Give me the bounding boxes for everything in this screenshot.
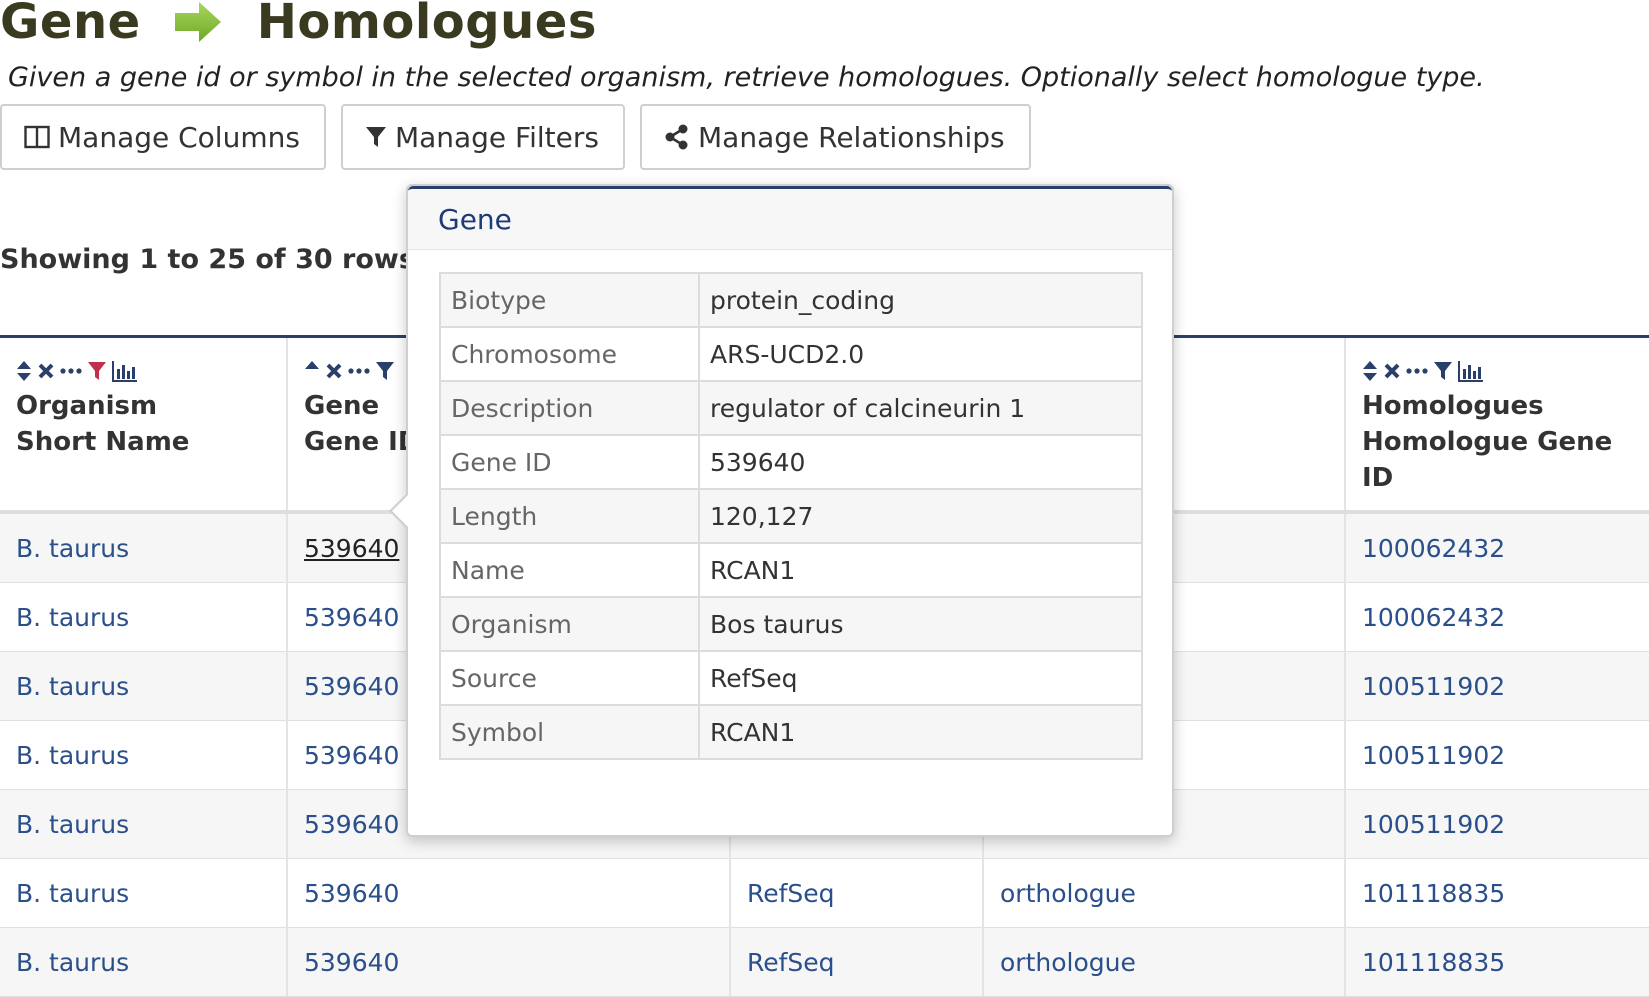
organism-cell[interactable]: B. taurus (0, 927, 288, 997)
manage-columns-button[interactable]: Manage Columns (0, 104, 326, 170)
organism-cell[interactable]: B. taurus (0, 720, 288, 790)
table-row: B. taurus 539640 RefSeq orthologue 10111… (0, 858, 1649, 928)
columns-icon (24, 125, 50, 149)
detail-row: Biotype protein_coding (439, 272, 1143, 328)
organism-cell[interactable]: B. taurus (0, 789, 288, 859)
title-homologues: Homologues (256, 0, 597, 50)
detail-value: RCAN1 (698, 704, 1143, 760)
gene-popover: Gene Biotype protein_coding Chromosome ARS… (389, 184, 1174, 837)
detail-value: RefSeq (698, 650, 1143, 706)
remove-column-icon[interactable] (37, 362, 55, 380)
detail-value: RCAN1 (698, 542, 1143, 598)
detail-row: Description regulator of calcineurin 1 (439, 380, 1143, 436)
homologue-id-link[interactable]: 100062432 (1345, 512, 1649, 583)
summary-chart-icon[interactable] (112, 360, 138, 382)
detail-value: protein_coding (698, 272, 1143, 328)
column-header-homologue-gene-id: Homologues Homologue Gene ID (1345, 335, 1649, 514)
detail-key: Symbol (439, 704, 700, 760)
detail-row: Organism Bos taurus (439, 596, 1143, 652)
header-line1: Organism (16, 391, 158, 421)
detail-value: regulator of calcineurin 1 (698, 380, 1143, 436)
table-row: B. taurus 539640 RefSeq orthologue 10111… (0, 927, 1649, 997)
filter-icon[interactable] (375, 361, 395, 381)
header-line1: Homologues (1362, 391, 1544, 421)
popover-title: Gene (408, 186, 1172, 250)
homologue-id-link[interactable]: 100062432 (1345, 582, 1649, 652)
detail-key: Gene ID (439, 434, 700, 490)
manage-filters-button[interactable]: Manage Filters (340, 104, 625, 170)
detail-row: Length 120,127 (439, 488, 1143, 544)
organism-cell[interactable]: B. taurus (0, 858, 288, 928)
homologue-id-link[interactable]: 101118835 (1345, 858, 1649, 928)
detail-value: ARS-UCD2.0 (698, 326, 1143, 382)
sort-ascending-icon[interactable] (304, 360, 320, 382)
detail-key: Biotype (439, 272, 700, 328)
gene-details-table: Biotype protein_coding Chromosome ARS-UCD2… (439, 272, 1143, 760)
detail-row: Chromosome ARS-UCD2.0 (439, 326, 1143, 382)
detail-value: 539640 (698, 434, 1143, 490)
manage-relationships-label: Manage Relationships (698, 120, 1005, 154)
share-icon (664, 124, 690, 150)
sort-icon[interactable] (1362, 360, 1378, 382)
filter-active-icon[interactable] (87, 361, 107, 381)
detail-value: 120,127 (698, 488, 1143, 544)
right-arrow-icon (173, 0, 223, 44)
homologue-id-link[interactable]: 100511902 (1345, 789, 1649, 859)
title-gene: Gene (0, 0, 141, 50)
column-header-organism: Organism Short Name (0, 335, 288, 514)
organism-cell[interactable]: B. taurus (0, 512, 288, 583)
summary-chart-icon[interactable] (1458, 360, 1484, 382)
filter-icon[interactable] (1433, 361, 1453, 381)
organism-cell[interactable]: B. taurus (0, 651, 288, 721)
sort-icon[interactable] (16, 360, 32, 382)
filter-icon (365, 125, 387, 149)
detail-value: Bos taurus (698, 596, 1143, 652)
remove-column-icon[interactable] (325, 362, 343, 380)
detail-key: Name (439, 542, 700, 598)
manage-filters-label: Manage Filters (394, 120, 599, 154)
remove-column-icon[interactable] (1383, 362, 1401, 380)
homologue-id-link[interactable]: 101118835 (1345, 927, 1649, 997)
row-count: Showing 1 to 25 of 30 rows (0, 244, 415, 275)
gene-id-link[interactable]: 539640 (287, 858, 731, 928)
gene-id-link-text[interactable]: 539640 (304, 534, 399, 563)
detail-row: Source RefSeq (439, 650, 1143, 706)
popover-arrow-inner (392, 495, 408, 527)
source-cell[interactable]: RefSeq (730, 927, 984, 997)
manage-columns-label: Manage Columns (58, 120, 300, 154)
page-title: Gene Homologues (0, 0, 597, 52)
detail-key: Source (439, 650, 700, 706)
detail-key: Chromosome (439, 326, 700, 382)
homologue-id-link[interactable]: 100511902 (1345, 651, 1649, 721)
detail-key: Organism (439, 596, 700, 652)
organism-cell[interactable]: B. taurus (0, 582, 288, 652)
type-cell[interactable]: orthologue (983, 927, 1346, 997)
type-cell[interactable]: orthologue (983, 858, 1346, 928)
detail-row: Gene ID 539640 (439, 434, 1143, 490)
detail-row: Symbol RCAN1 (439, 704, 1143, 760)
more-icon[interactable] (1406, 367, 1428, 375)
detail-row: Name RCAN1 (439, 542, 1143, 598)
header-line2: Short Name (16, 427, 190, 457)
header-line2: Homologue Gene ID (1362, 427, 1613, 493)
page-description: Given a gene id or symbol in the selecte… (8, 62, 1485, 93)
more-icon[interactable] (60, 367, 82, 375)
source-cell[interactable]: RefSeq (730, 858, 984, 928)
detail-key: Length (439, 488, 700, 544)
more-icon[interactable] (348, 367, 370, 375)
toolbar: Manage Columns Manage Filters Manage Rel… (0, 104, 1046, 170)
manage-relationships-button[interactable]: Manage Relationships (640, 104, 1031, 170)
detail-key: Description (439, 380, 700, 436)
homologue-id-link[interactable]: 100511902 (1345, 720, 1649, 790)
gene-id-link[interactable]: 539640 (287, 927, 731, 997)
